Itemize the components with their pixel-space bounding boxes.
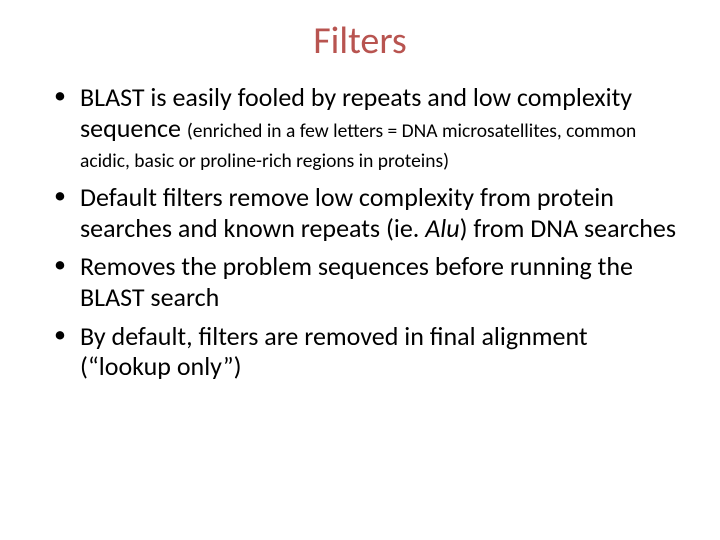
- bullet-item: Removes the problem sequences before run…: [52, 251, 680, 312]
- bullet-text: ) from DNA searches: [460, 212, 676, 244]
- bullet-list: BLAST is easily fooled by repeats and lo…: [52, 82, 680, 382]
- bullet-text: By default, filters are removed in final…: [80, 320, 588, 383]
- bullet-item: By default, filters are removed in final…: [52, 321, 680, 382]
- bullet-text: Removes the problem sequences before run…: [80, 250, 633, 313]
- italic-term: Alu: [425, 212, 459, 244]
- bullet-item: Default filters remove low complexity fr…: [52, 182, 680, 243]
- bullet-item: BLAST is easily fooled by repeats and lo…: [52, 82, 680, 174]
- slide-title: Filters: [40, 18, 680, 64]
